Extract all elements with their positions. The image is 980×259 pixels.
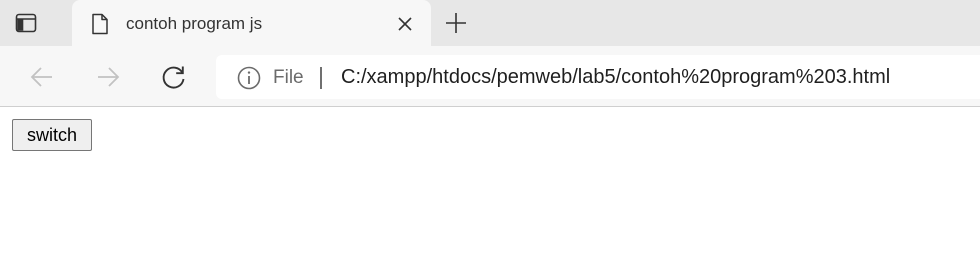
switch-button[interactable]: switch [12,119,92,151]
page-content: switch [0,107,980,259]
refresh-icon[interactable] [160,63,188,91]
url-text[interactable]: C:/xampp/htdocs/pemweb/lab5/contoh%20pro… [341,66,890,89]
tab-strip: contoh program js [0,0,980,46]
tab-actions-menu[interactable] [14,11,38,35]
forward-arrow-icon[interactable] [94,63,122,91]
back-arrow-icon[interactable] [28,63,56,91]
security-label: File [273,67,304,88]
tab-title: contoh program js [126,14,263,33]
page-icon [92,13,108,35]
info-icon[interactable] [236,65,262,91]
address-bar[interactable]: File C:/xampp/htdocs/pemweb/lab5/contoh%… [216,55,980,99]
plus-icon[interactable] [444,11,468,35]
tab-actions-icon [15,13,37,33]
address-separator [320,67,322,89]
browser-toolbar: File C:/xampp/htdocs/pemweb/lab5/contoh%… [0,46,980,107]
close-icon[interactable] [396,15,414,33]
browser-tab-active[interactable]: contoh program js [72,0,431,46]
